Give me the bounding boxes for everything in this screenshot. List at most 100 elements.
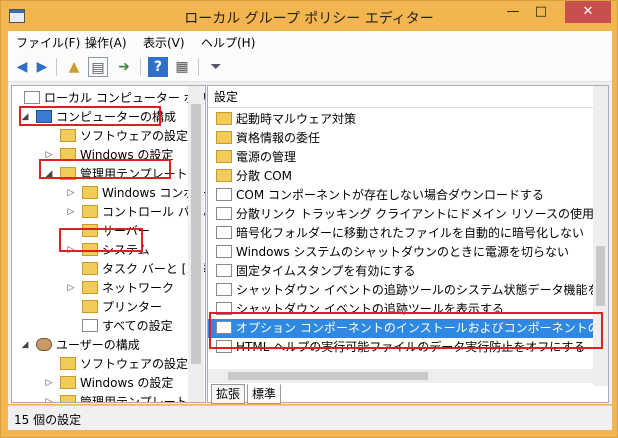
close-button[interactable]: ✕ <box>565 1 611 23</box>
view-tabs: 拡張 標準 <box>207 384 407 404</box>
toolbar: ◀ ▶ ▲ ▤ ➜ ? ▦ ⏷ <box>8 53 612 82</box>
row-label: Windows システムのシャットダウンのときに電源を切らない <box>236 245 570 259</box>
collapse-icon[interactable]: ◢ <box>44 165 54 183</box>
collapse-icon[interactable]: ◢ <box>20 108 30 126</box>
menu-file[interactable]: ファイル(F) <box>16 34 80 51</box>
folder-icon <box>82 205 98 218</box>
tree-pane: ローカル コンピューター ポリシー ◢ コンピューターの構成 ソフトウェアの設定… <box>11 85 206 403</box>
computer-icon <box>36 110 52 123</box>
scroll-thumb[interactable] <box>191 104 201 364</box>
minimize-button[interactable]: — <box>499 1 527 23</box>
policy-icon <box>24 91 40 104</box>
folder-icon <box>60 167 76 180</box>
expand-icon[interactable]: ▷ <box>44 146 54 164</box>
policy-setting-icon <box>216 226 232 239</box>
row-label: 分散 COM <box>236 169 292 183</box>
back-arrow-icon[interactable]: ◀ <box>12 57 32 77</box>
policy-setting-row[interactable]: 固定タイムスタンプを有効にする <box>208 262 593 281</box>
policy-setting-icon <box>216 283 232 296</box>
horizontal-scrollbar[interactable] <box>208 369 593 383</box>
scroll-thumb[interactable] <box>228 372 428 380</box>
collapse-icon[interactable]: ◢ <box>20 336 30 354</box>
row-label: シャットダウン イベントの追跡ツールのシステム状態データ機能をアク... <box>236 283 609 297</box>
show-tree-icon[interactable]: ▤ <box>88 57 108 77</box>
folder-icon <box>60 129 76 142</box>
folder-icon <box>216 150 232 163</box>
row-label: シャットダウン イベントの追跡ツールを表示する <box>236 302 504 316</box>
content-area: ローカル コンピューター ポリシー ◢ コンピューターの構成 ソフトウェアの設定… <box>8 82 612 404</box>
row-label: 固定タイムスタンプを有効にする <box>236 264 416 278</box>
filter-icon[interactable]: ⏷ <box>206 57 226 77</box>
tab-standard[interactable]: 標準 <box>247 384 282 404</box>
settings-pane: 設定 起動時マルウェア対策 資格情報の委任 電源の管理分散 COM COM コンポーネ… <box>207 85 609 403</box>
folder-icon <box>82 224 98 237</box>
menu-view[interactable]: 表示(V) <box>143 34 185 51</box>
properties-icon[interactable]: ▦ <box>172 57 192 77</box>
status-text: 15 個の設定 <box>14 413 82 427</box>
row-label: COM コンポーネントが存在しない場合ダウンロードする <box>236 188 544 202</box>
policy-setting-row[interactable]: シャットダウン イベントの追跡ツールを表示する <box>208 300 593 319</box>
policy-setting-icon <box>216 245 232 258</box>
policy-setting-row[interactable]: 分散リンク トラッキング クライアントにドメイン リソースの使用を許可する <box>208 205 608 224</box>
app-window: ローカル グループ ポリシー エディター — □ ✕ ファイル(F) 操作(A)… <box>0 0 618 438</box>
folder-icon <box>60 148 76 161</box>
policy-setting-row[interactable]: シャットダウン イベントの追跡ツールのシステム状態データ機能をアク... <box>208 281 608 300</box>
policy-setting-icon <box>216 188 232 201</box>
folder-icon <box>60 376 76 389</box>
policy-setting-row[interactable]: 暗号化フォルダーに移動されたファイルを自動的に暗号化しない <box>208 224 593 243</box>
forward-arrow-icon[interactable]: ▶ <box>32 57 52 77</box>
menu-help[interactable]: ヘルプ(H) <box>201 34 255 51</box>
policy-setting-row[interactable]: オプション コンポーネントのインストールおよびコンポーネントの修復の... <box>208 319 608 338</box>
category-folder-row[interactable]: 資格情報の委任 <box>208 129 593 148</box>
row-label: オプション コンポーネントのインストールおよびコンポーネントの修復の... <box>236 321 609 335</box>
help-icon[interactable]: ? <box>148 57 168 77</box>
folder-icon <box>216 169 232 182</box>
policy-setting-icon <box>216 321 232 334</box>
column-header[interactable]: 設定 <box>208 86 593 108</box>
policy-setting-icon <box>216 264 232 277</box>
policy-setting-icon <box>216 207 232 220</box>
maximize-button[interactable]: □ <box>527 1 555 23</box>
menu-action[interactable]: 操作(A) <box>85 34 127 51</box>
folder-icon <box>82 281 98 294</box>
policy-setting-icon <box>216 302 232 315</box>
settings-list-icon <box>82 319 98 332</box>
policy-setting-row[interactable]: COM コンポーネントが存在しない場合ダウンロードする <box>208 186 593 205</box>
folder-icon <box>82 186 98 199</box>
category-folder-row[interactable]: 起動時マルウェア対策 <box>208 110 593 129</box>
user-icon <box>36 338 52 351</box>
export-icon[interactable]: ➜ <box>114 57 134 77</box>
policy-setting-row[interactable]: HTML ヘルプの実行可能ファイルのデータ実行防止をオフにする <box>208 338 593 357</box>
expand-icon[interactable]: ▷ <box>66 241 76 259</box>
folder-icon <box>82 262 98 275</box>
expand-icon[interactable]: ▷ <box>66 279 76 297</box>
folder-up-icon[interactable]: ▲ <box>64 57 84 77</box>
row-label: 資格情報の委任 <box>236 131 321 145</box>
folder-icon <box>216 131 232 144</box>
expand-icon[interactable]: ▷ <box>44 374 54 392</box>
folder-icon <box>60 357 76 370</box>
policy-setting-icon <box>216 340 232 353</box>
folder-icon <box>60 395 76 402</box>
expand-icon[interactable]: ▷ <box>44 393 54 402</box>
folder-icon <box>216 112 232 125</box>
row-label: 暗号化フォルダーに移動されたファイルを自動的に暗号化しない <box>236 226 585 240</box>
folder-icon <box>82 300 98 313</box>
folder-icon <box>82 243 98 256</box>
row-label: 起動時マルウェア対策 <box>236 112 357 126</box>
tab-extended[interactable]: 拡張 <box>211 384 246 404</box>
title-bar: ローカル グループ ポリシー エディター — □ ✕ <box>1 1 617 31</box>
settings-scrollbar[interactable] <box>593 86 608 386</box>
expand-icon[interactable]: ▷ <box>66 184 76 202</box>
category-folder-row[interactable]: 分散 COM <box>208 167 593 186</box>
row-label: 電源の管理 <box>236 150 297 164</box>
tree-scrollbar[interactable] <box>188 86 204 402</box>
menu-bar: ファイル(F) 操作(A) 表示(V) ヘルプ(H) <box>8 31 612 53</box>
category-folder-row[interactable]: 電源の管理 <box>208 148 593 167</box>
status-bar: 15 個の設定 <box>8 405 612 430</box>
policy-setting-row[interactable]: Windows システムのシャットダウンのときに電源を切らない <box>208 243 593 262</box>
row-label: HTML ヘルプの実行可能ファイルのデータ実行防止をオフにする <box>236 340 586 354</box>
row-label: 分散リンク トラッキング クライアントにドメイン リソースの使用を許可する <box>236 207 608 221</box>
scroll-thumb[interactable] <box>596 246 605 306</box>
expand-icon[interactable]: ▷ <box>66 203 76 221</box>
